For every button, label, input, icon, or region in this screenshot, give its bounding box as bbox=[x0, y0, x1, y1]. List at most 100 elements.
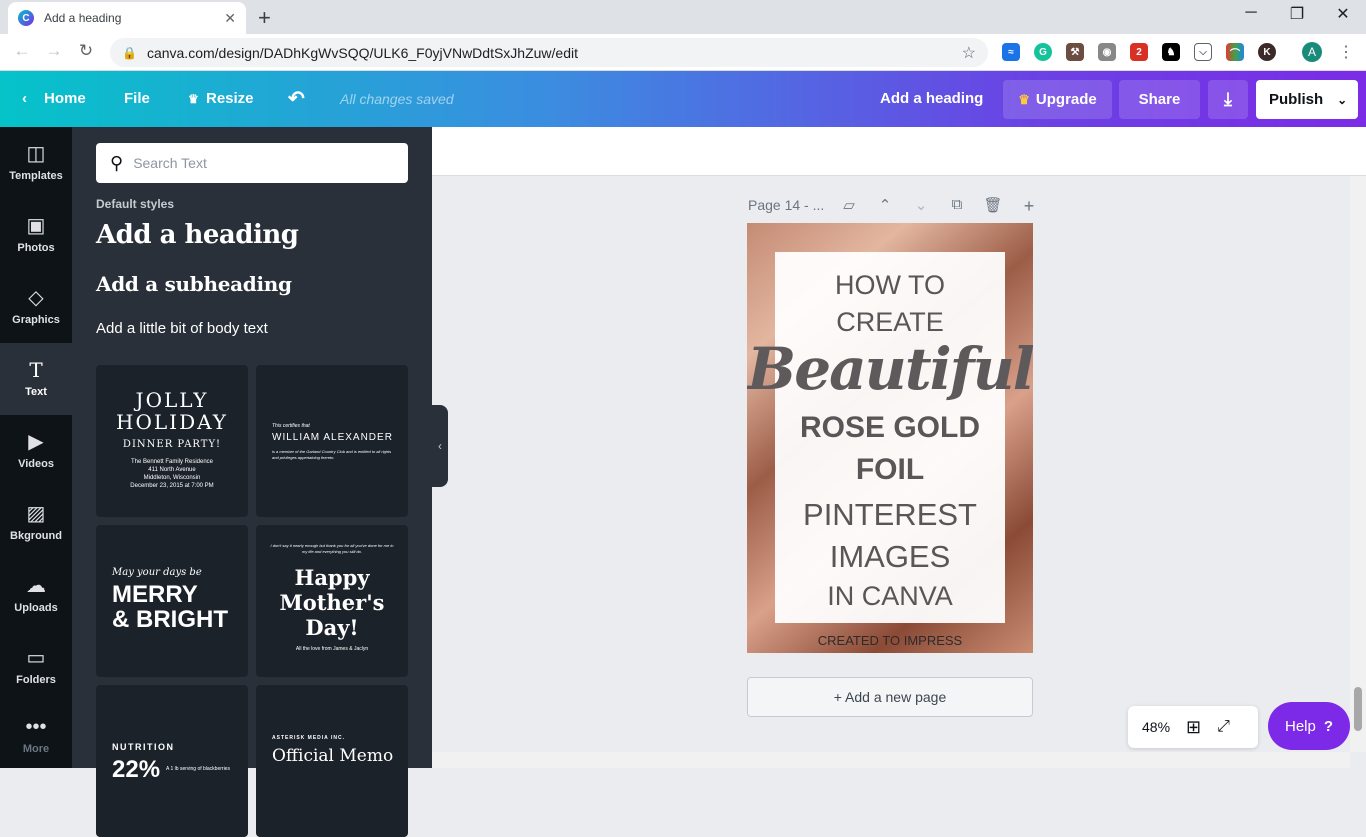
add-page-icon[interactable]: + bbox=[1019, 196, 1039, 217]
design-text-beautiful[interactable]: Beautiful bbox=[747, 335, 1033, 403]
close-window-icon[interactable]: ✕ bbox=[1320, 4, 1366, 24]
browser-tab[interactable]: C Add a heading ✕ bbox=[8, 2, 246, 34]
move-page-up-icon[interactable]: ⌃ bbox=[875, 196, 895, 214]
extension-badge-icon[interactable]: 2 bbox=[1130, 43, 1148, 61]
document-title[interactable]: Add a heading bbox=[880, 90, 983, 107]
rail-item-label: Videos bbox=[18, 458, 54, 470]
more-icon: ••• bbox=[25, 715, 47, 738]
extension-rainbow-icon[interactable]: ⌒ bbox=[1226, 43, 1244, 61]
zoom-level[interactable]: 48% bbox=[1142, 719, 1170, 735]
add-heading-button[interactable]: Add a heading bbox=[96, 220, 299, 250]
rail-item-more[interactable]: ••• More bbox=[0, 703, 72, 768]
page-notes-icon[interactable]: ▱ bbox=[839, 196, 859, 214]
bookmark-star-icon[interactable]: ☆ bbox=[962, 43, 976, 63]
search-icon: ⚲ bbox=[110, 152, 124, 173]
vertical-scrollbar[interactable] bbox=[1350, 176, 1366, 752]
help-label: Help bbox=[1284, 717, 1316, 735]
text-template-merry-bright[interactable]: May your days be MERRY & BRIGHT bbox=[96, 525, 248, 677]
rail-item-folders[interactable]: ▭ Folders bbox=[0, 631, 72, 703]
horizontal-scrollbar[interactable] bbox=[432, 752, 1350, 768]
rail-item-label: Graphics bbox=[12, 314, 60, 326]
move-page-down-icon[interactable]: ⌄ bbox=[911, 196, 931, 214]
template-text: JOLLY bbox=[135, 388, 209, 412]
zoom-control: 48% ⊞ ⤢ bbox=[1128, 706, 1258, 748]
design-text-footer[interactable]: CREATED TO IMPRESS bbox=[747, 633, 1033, 648]
text-template-official-memo[interactable]: ASTERISK MEDIA INC. Official Memo bbox=[256, 685, 408, 837]
extension-wave-icon[interactable]: ≈ bbox=[1002, 43, 1020, 61]
design-text-foil[interactable]: FOIL bbox=[747, 453, 1033, 487]
rail-item-uploads[interactable]: ☁ Uploads bbox=[0, 559, 72, 631]
add-new-page-button[interactable]: + Add a new page bbox=[747, 677, 1033, 717]
scrollbar-thumb[interactable] bbox=[1354, 687, 1362, 731]
tab-title: Add a heading bbox=[44, 11, 122, 25]
text-template-mothers-day[interactable]: I don't say it nearly enough but thank y… bbox=[256, 525, 408, 677]
design-page[interactable]: HOW TO CREATE Beautiful ROSE GOLD FOIL P… bbox=[747, 223, 1033, 653]
lock-icon: 🔒 bbox=[122, 45, 137, 60]
extension-tool-icon[interactable]: ⚒ bbox=[1066, 43, 1084, 61]
rail-item-videos[interactable]: ▶ Videos bbox=[0, 415, 72, 487]
collapse-panel-chevron-icon[interactable]: ‹ bbox=[432, 405, 448, 487]
help-button[interactable]: Help ? bbox=[1268, 702, 1350, 750]
template-text: 411 North Avenue bbox=[148, 467, 196, 473]
back-icon[interactable]: ← bbox=[10, 41, 34, 61]
text-template-certificate[interactable]: This certifies that WILLIAM ALEXANDER is… bbox=[256, 365, 408, 517]
template-text: May your days be bbox=[112, 567, 202, 578]
home-chevron-icon[interactable]: ‹ bbox=[22, 90, 27, 107]
fullscreen-icon[interactable]: ⤢ bbox=[1217, 718, 1230, 736]
text-template-jolly-holiday[interactable]: JOLLY HOLIDAY DINNER PARTY! The Bennett … bbox=[96, 365, 248, 517]
rail-item-templates[interactable]: ◫ Templates bbox=[0, 127, 72, 199]
close-tab-icon[interactable]: ✕ bbox=[224, 10, 236, 27]
rail-item-photos[interactable]: ▣ Photos bbox=[0, 199, 72, 271]
undo-icon[interactable]: ↶ bbox=[288, 86, 305, 111]
upgrade-button[interactable]: ♛ Upgrade bbox=[1003, 80, 1112, 119]
share-button[interactable]: Share bbox=[1119, 80, 1200, 119]
graphics-icon: ◇ bbox=[28, 287, 44, 309]
videos-icon: ▶ bbox=[28, 431, 44, 453]
design-text-create[interactable]: CREATE bbox=[747, 307, 1033, 338]
resize-button[interactable]: Resize bbox=[206, 90, 254, 107]
add-body-text-button[interactable]: Add a little bit of body text bbox=[96, 320, 268, 337]
file-menu[interactable]: File bbox=[124, 90, 150, 107]
chrome-menu-icon[interactable]: ⋮ bbox=[1338, 42, 1354, 62]
search-input[interactable] bbox=[133, 155, 384, 171]
text-template-nutrition[interactable]: NUTRITION 22% A 1 lb serving of blackber… bbox=[96, 685, 248, 837]
rail-item-label: More bbox=[22, 742, 50, 755]
grammarly-icon[interactable]: G bbox=[1034, 43, 1052, 61]
chevron-down-icon[interactable]: ⌄ bbox=[1337, 93, 1347, 107]
template-text: is a member of the Garland Country Club … bbox=[272, 449, 392, 460]
template-text: NUTRITION bbox=[112, 742, 175, 752]
rail-item-label: Uploads bbox=[14, 602, 58, 614]
extension-horse-icon[interactable]: ♞ bbox=[1162, 43, 1180, 61]
element-toolbar bbox=[432, 127, 1366, 176]
extension-spy-icon[interactable]: ◉ bbox=[1098, 43, 1116, 61]
extension-k-icon[interactable]: K bbox=[1258, 43, 1276, 61]
rail-item-background[interactable]: ▨ Bkground bbox=[0, 487, 72, 559]
add-subheading-button[interactable]: Add a subheading bbox=[96, 272, 292, 296]
upgrade-label: Upgrade bbox=[1035, 91, 1097, 108]
duplicate-page-icon[interactable]: ⧉ bbox=[947, 196, 967, 213]
design-text-pinterest[interactable]: PINTEREST bbox=[747, 497, 1033, 533]
new-tab-icon[interactable]: + bbox=[258, 5, 271, 31]
page-label[interactable]: Page 14 - ... bbox=[748, 197, 824, 213]
grid-view-icon[interactable]: ⊞ bbox=[1186, 717, 1201, 738]
design-text-images[interactable]: IMAGES bbox=[747, 539, 1033, 575]
rail-item-graphics[interactable]: ◇ Graphics bbox=[0, 271, 72, 343]
design-text-rose-gold[interactable]: ROSE GOLD bbox=[747, 411, 1033, 445]
forward-icon[interactable]: → bbox=[42, 41, 66, 61]
home-button[interactable]: Home bbox=[44, 90, 86, 107]
reload-icon[interactable]: ↻ bbox=[74, 41, 98, 61]
profile-avatar[interactable]: A bbox=[1302, 42, 1322, 62]
search-box[interactable]: ⚲ bbox=[96, 143, 408, 183]
design-text-in-canva[interactable]: IN CANVA bbox=[747, 581, 1033, 612]
design-text-how-to[interactable]: HOW TO bbox=[747, 270, 1033, 301]
crown-icon: ♛ bbox=[188, 92, 199, 106]
delete-page-icon[interactable]: 🗑 bbox=[983, 196, 1003, 214]
pocket-icon[interactable]: ⌵ bbox=[1194, 43, 1212, 61]
rail-item-text[interactable]: T Text bbox=[0, 343, 72, 415]
publish-button[interactable]: Publish ⌄ bbox=[1256, 80, 1358, 119]
uploads-icon: ☁ bbox=[26, 575, 46, 597]
minimize-icon[interactable]: ─ bbox=[1228, 4, 1274, 22]
address-bar[interactable]: 🔒 canva.com/design/DADhKgWvSQQ/ULK6_F0yj… bbox=[110, 38, 988, 67]
download-icon[interactable]: ⤓ bbox=[1208, 80, 1248, 119]
restore-icon[interactable]: ❐ bbox=[1274, 4, 1320, 24]
